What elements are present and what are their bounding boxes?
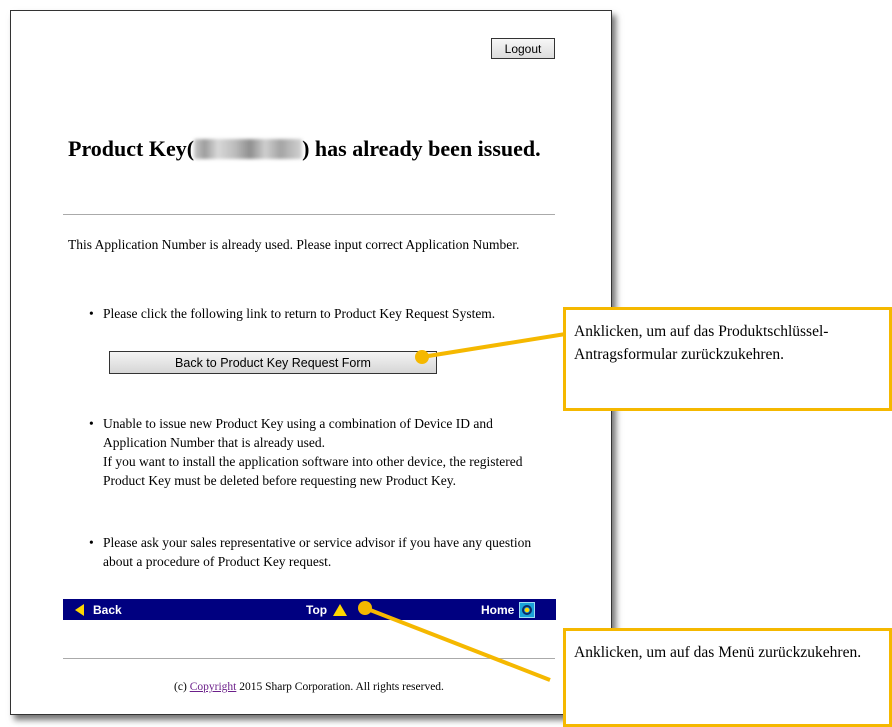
callout-marker-menu [358,601,372,615]
callout-leader-form [421,330,579,359]
callout-menu: Anklicken, um auf das Menü zurückzukehre… [563,628,892,727]
callout-marker-form [415,350,429,364]
callout-leader-menu [364,606,551,682]
callout-form: Anklicken, um auf das Produktschlüssel-A… [563,307,892,411]
